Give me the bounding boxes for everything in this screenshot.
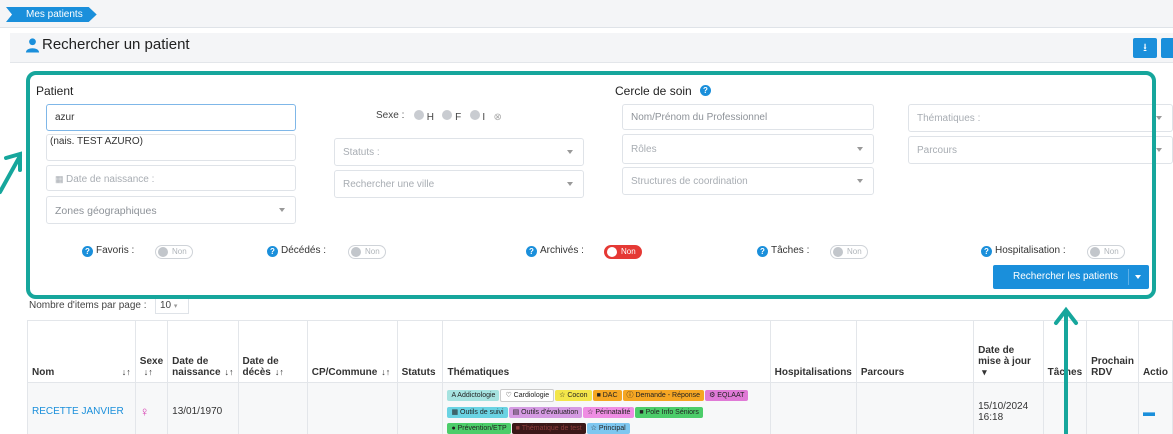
column-header-cp[interactable]: CP/Commune ↓↑	[306, 320, 398, 383]
cell-hospitalisations	[769, 382, 857, 434]
thematique-tag: ■ Pole Info Séniors	[635, 407, 703, 418]
column-header-sexe[interactable]: Sexe ↓↑	[134, 320, 169, 383]
table-row[interactable]: RECETTE JANVIER ♀ 13/01/1970 A Addictolo…	[27, 382, 1173, 434]
column-header-nom[interactable]: Nom ↓↑	[27, 320, 136, 383]
thematique-tag: ▤ Outils d'évaluation	[508, 407, 583, 418]
thematique-tag: ⚙ EQLAAT	[705, 390, 749, 401]
thematique-tag: ♡ Cardiologie	[500, 389, 555, 402]
thematique-tag: ☆ Périnatalité	[583, 407, 635, 418]
thematique-tag: ⓘ Demande - Réponse	[622, 390, 705, 401]
chevron-down-icon[interactable]: ▾	[982, 367, 987, 377]
cell-rdv	[1086, 382, 1139, 434]
secondary-action-button[interactable]	[1161, 38, 1173, 58]
female-icon: ♀	[139, 404, 150, 419]
chevron-down-icon	[1156, 148, 1162, 152]
sort-icon[interactable]: ↓↑	[225, 367, 234, 377]
column-header-thematiques[interactable]: Thématiques	[442, 320, 771, 383]
thematique-tag: ■ Thématique de test	[511, 423, 586, 434]
user-icon	[25, 38, 40, 53]
cell-parcours	[855, 382, 975, 434]
sort-icon[interactable]: ↓↑	[122, 367, 131, 377]
cell-cp	[306, 382, 398, 434]
cell-nom[interactable]: RECETTE JANVIER	[27, 382, 136, 434]
column-header-statuts[interactable]: Statuts	[396, 320, 444, 383]
items-per-page-value: 10	[160, 300, 172, 311]
thematique-tag: ▦ Outils de suivi	[447, 407, 508, 418]
items-per-page-select[interactable]: 10 ▾	[155, 297, 189, 314]
cell-thematiques: A Addictologie ♡ Cardiologie ☆ Cocon ■ DAC ⓘ…	[442, 382, 771, 434]
thematique-tag: A Addictologie	[447, 390, 500, 401]
thematique-tag: ☆ Principal	[586, 423, 630, 434]
chevron-right-icon: ›	[9, 9, 12, 19]
column-header-actions: Actio	[1137, 320, 1173, 383]
breadcrumb-item-mes-patients[interactable]: Mes patients	[6, 7, 97, 22]
cell-deces	[237, 382, 308, 434]
breadcrumb-bar	[0, 0, 1173, 28]
folder-icon[interactable]: ▬	[1143, 405, 1155, 419]
thematique-tag: ● Prévention/ETP	[447, 423, 511, 434]
column-header-deces[interactable]: Date de décès ↓↑	[237, 320, 308, 383]
column-header-hospitalisations[interactable]: Hospitalisations	[769, 320, 857, 383]
patients-table: Nom ↓↑ Sexe ↓↑ Date de naissance ↓↑ Date de…	[27, 320, 1173, 434]
thematique-tags: A Addictologie ♡ Cardiologie ☆ Cocon ■ DAC ⓘ…	[447, 387, 765, 434]
sort-icon[interactable]: ↓↑	[381, 367, 390, 377]
download-button[interactable]: ⭳	[1133, 38, 1157, 58]
patient-name-link[interactable]: RECETTE JANVIER	[32, 406, 124, 417]
thematique-tag: ■ DAC	[592, 390, 622, 401]
chevron-down-icon	[1156, 116, 1162, 120]
cell-naissance: 13/01/1970	[167, 382, 239, 434]
items-per-page-label: Nombre d'items par page :	[29, 300, 147, 311]
cell-sexe: ♀	[134, 382, 169, 434]
cell-actions[interactable]: ▬	[1137, 382, 1173, 434]
column-header-taches[interactable]: Tâches	[1042, 320, 1088, 383]
sort-icon[interactable]: ↓↑	[144, 367, 153, 377]
column-header-rdv[interactable]: Prochain RDV	[1086, 320, 1139, 383]
column-header-maj[interactable]: Date de mise à jour ▾	[973, 320, 1044, 383]
patients-table-container: Nom ↓↑ Sexe ↓↑ Date de naissance ↓↑ Date de…	[27, 320, 1173, 434]
sort-icon[interactable]: ↓↑	[275, 367, 284, 377]
download-icon: ⭳	[1143, 42, 1147, 54]
column-header-naissance[interactable]: Date de naissance ↓↑	[167, 320, 239, 383]
thematique-tag: ☆ Cocon	[555, 390, 592, 401]
cell-maj: 15/10/2024 16:18	[973, 382, 1044, 434]
cell-taches	[1042, 382, 1088, 434]
cell-statuts	[396, 382, 444, 434]
search-filters-highlight	[26, 71, 1156, 299]
column-header-parcours[interactable]: Parcours	[855, 320, 975, 383]
page-title: Rechercher un patient	[42, 36, 190, 53]
